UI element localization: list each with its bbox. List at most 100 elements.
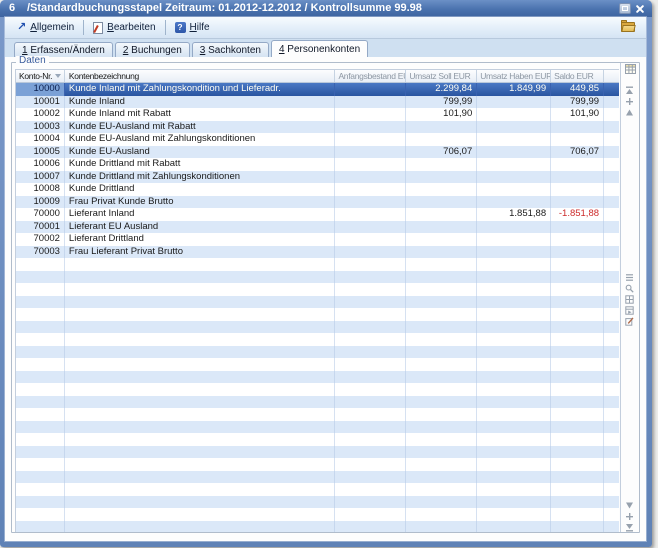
empty-cell [604, 271, 619, 284]
scroll-up-icon[interactable] [625, 108, 636, 118]
empty-cell [477, 371, 551, 384]
search-icon[interactable] [625, 284, 636, 294]
content-panel: Daten Konto-Nr.KontenbezeichnungAnfangsb… [5, 57, 646, 541]
empty-row [16, 433, 619, 446]
empty-row [16, 258, 619, 271]
empty-row [16, 496, 619, 509]
cell-name: Lieferant EU Ausland [65, 221, 336, 234]
cell-soll: 101,90 [406, 108, 477, 121]
title-bar[interactable]: 6 /Standardbuchungsstapel Zeitraum: 01.2… [0, 0, 652, 17]
column-header-filler [604, 70, 619, 82]
empty-cell [335, 396, 406, 409]
restore-button[interactable] [619, 3, 631, 14]
empty-cell [477, 496, 551, 509]
empty-cell [551, 471, 604, 484]
empty-cell [551, 308, 604, 321]
table-row[interactable]: 70000Lieferant Inland1.851,88-1.851,88 [16, 208, 619, 221]
empty-cell [604, 483, 619, 496]
empty-cell [65, 271, 336, 284]
column-header-6[interactable]: Saldo EUR [551, 70, 604, 82]
column-chooser-icon[interactable] [625, 64, 636, 74]
cell-soll [406, 133, 477, 146]
cell-haben [477, 158, 551, 171]
table-row[interactable]: 70002Lieferant Drittland [16, 233, 619, 246]
empty-cell [16, 346, 65, 359]
empty-cell [604, 371, 619, 384]
cell-name: Kunde EU-Ausland [65, 146, 336, 159]
cell-anfang [335, 221, 406, 234]
column-header-3[interactable]: Anfangsbestand EUR [335, 70, 406, 82]
cell-haben [477, 133, 551, 146]
table-row[interactable]: 10001Kunde Inland799,99799,99 [16, 96, 619, 109]
column-header-1[interactable]: Konto-Nr. [16, 70, 65, 82]
cell-haben [477, 221, 551, 234]
empty-cell [16, 421, 65, 434]
cell-soll: 2.299,84 [406, 83, 477, 96]
empty-cell [65, 383, 336, 396]
empty-cell [477, 358, 551, 371]
empty-cell [551, 371, 604, 384]
empty-cell [16, 446, 65, 459]
accounts-table: Konto-Nr. Kontenbezeichnung Anfangsbestand… [15, 69, 619, 532]
table-row[interactable]: 70001Lieferant EU Ausland [16, 221, 619, 234]
cell-filler [604, 208, 619, 221]
empty-cell [335, 521, 406, 533]
table-row[interactable]: 10009Frau Privat Kunde Brutto [16, 196, 619, 209]
table-row[interactable]: 10002Kunde Inland mit Rabatt101,90101,90 [16, 108, 619, 121]
cell-soll [406, 158, 477, 171]
tab-personenkonten[interactable]: 4 Personenkonten [271, 40, 368, 57]
close-button[interactable] [634, 3, 646, 14]
table-row[interactable]: 10003Kunde EU-Ausland mit Rabatt [16, 121, 619, 134]
window-title: /Standardbuchungsstapel Zeitraum: 01.201… [27, 0, 422, 17]
empty-row [16, 371, 619, 384]
table-row[interactable]: 10008Kunde Drittland [16, 183, 619, 196]
cell-nr: 10009 [16, 196, 65, 209]
scroll-top-icon[interactable] [625, 86, 636, 96]
empty-cell [551, 271, 604, 284]
empty-cell [604, 521, 619, 533]
tab-sachkonten[interactable]: 3 Sachkonten [192, 42, 269, 57]
layout-save-icon[interactable] [625, 295, 636, 305]
table-row[interactable]: 10005Kunde EU-Ausland706,07706,07 [16, 146, 619, 159]
empty-row [16, 283, 619, 296]
scroll-bottom-icon[interactable] [625, 523, 636, 533]
empty-cell [604, 333, 619, 346]
open-folder-button[interactable] [621, 21, 636, 33]
empty-row [16, 358, 619, 371]
empty-cell [335, 346, 406, 359]
table-body: 10000Kunde Inland mit Zahlungskondition … [16, 83, 619, 532]
table-row[interactable]: 10007Kunde Drittland mit Zahlungskonditi… [16, 171, 619, 184]
list-menu-icon[interactable] [625, 273, 636, 283]
empty-cell [604, 508, 619, 521]
application-window: 6 /Standardbuchungsstapel Zeitraum: 01.2… [0, 0, 652, 547]
table-row[interactable]: 70003Frau Lieferant Privat Brutto [16, 246, 619, 259]
scroll-down-icon[interactable] [625, 501, 636, 511]
cell-saldo: 799,99 [551, 96, 604, 109]
toolbar-button-bearbeiten[interactable]: Bearbeiten [86, 19, 162, 37]
empty-cell [16, 358, 65, 371]
empty-cell [65, 508, 336, 521]
column-header-5[interactable]: Umsatz Haben EUR [477, 70, 551, 82]
toolbar-button-allgemein[interactable]: ↗Allgemein [10, 19, 81, 36]
table-row[interactable]: 10006Kunde Drittland mit Rabatt [16, 158, 619, 171]
cell-nr: 70000 [16, 208, 65, 221]
column-header-4[interactable]: Umsatz Soll EUR [406, 70, 477, 82]
position-row-icon[interactable] [625, 97, 636, 107]
cell-anfang [335, 233, 406, 246]
tab-buchungen[interactable]: 2 Buchungen [115, 42, 190, 57]
table-row[interactable]: 10000Kunde Inland mit Zahlungskondition … [16, 83, 619, 96]
cell-name: Frau Privat Kunde Brutto [65, 196, 336, 209]
cell-nr: 10004 [16, 133, 65, 146]
column-header-2[interactable]: Kontenbezeichnung [65, 70, 336, 82]
column-header-label: Kontenbezeichnung [69, 70, 139, 82]
cell-anfang [335, 246, 406, 259]
cell-soll [406, 196, 477, 209]
toolbar-separator [83, 20, 84, 35]
toolbar-button-label: Hilfe [190, 22, 210, 33]
table-row[interactable]: 10004Kunde EU-Ausland mit Zahlungskondit… [16, 133, 619, 146]
edit-row-icon[interactable] [625, 317, 636, 327]
empty-cell [551, 358, 604, 371]
position-row-2-icon[interactable] [625, 512, 636, 522]
layout-restore-icon[interactable] [625, 306, 636, 316]
toolbar-button-hilfe[interactable]: ?Hilfe [168, 19, 217, 36]
